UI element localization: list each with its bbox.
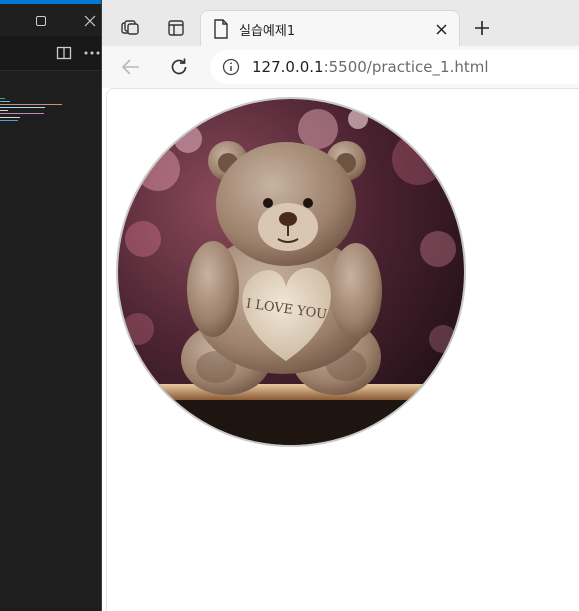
editor-toolbar xyxy=(0,36,103,71)
code-editor-window xyxy=(0,0,103,611)
minimap[interactable] xyxy=(0,96,80,136)
refresh-icon[interactable] xyxy=(162,50,196,84)
page-icon xyxy=(213,19,229,39)
teddy-bear-photo: I LOVE YOU xyxy=(116,97,466,447)
back-arrow-icon[interactable] xyxy=(114,50,148,84)
address-bar[interactable]: 127.0.0.1:5500/practice_1.html xyxy=(210,50,579,84)
info-icon[interactable] xyxy=(222,58,240,76)
browser-tab-active[interactable]: 실습예제1 xyxy=(200,10,460,46)
browser-window: 실습예제1 127.0.0.1:5500/practice_1.html I L… xyxy=(101,0,579,611)
page-content: I LOVE YOU xyxy=(106,88,579,611)
browser-toolbar: 127.0.0.1:5500/practice_1.html xyxy=(102,46,579,88)
editor-titlebar xyxy=(0,4,103,36)
workspaces-icon[interactable] xyxy=(112,10,148,46)
close-icon[interactable] xyxy=(77,8,103,34)
url-text: 127.0.0.1:5500/practice_1.html xyxy=(252,58,489,76)
new-tab-plus-icon[interactable] xyxy=(464,10,500,46)
url-host: 127.0.0.1 xyxy=(252,58,324,76)
teddy-bear-illustration: I LOVE YOU xyxy=(118,99,464,445)
split-editor-icon[interactable] xyxy=(52,41,76,65)
close-icon[interactable] xyxy=(429,17,453,41)
url-path: :5500/practice_1.html xyxy=(323,58,489,76)
tab-actions-icon[interactable] xyxy=(158,10,194,46)
tab-title: 실습예제1 xyxy=(239,24,296,39)
tab-strip: 실습예제1 xyxy=(102,0,579,46)
restore-icon[interactable] xyxy=(28,8,54,34)
